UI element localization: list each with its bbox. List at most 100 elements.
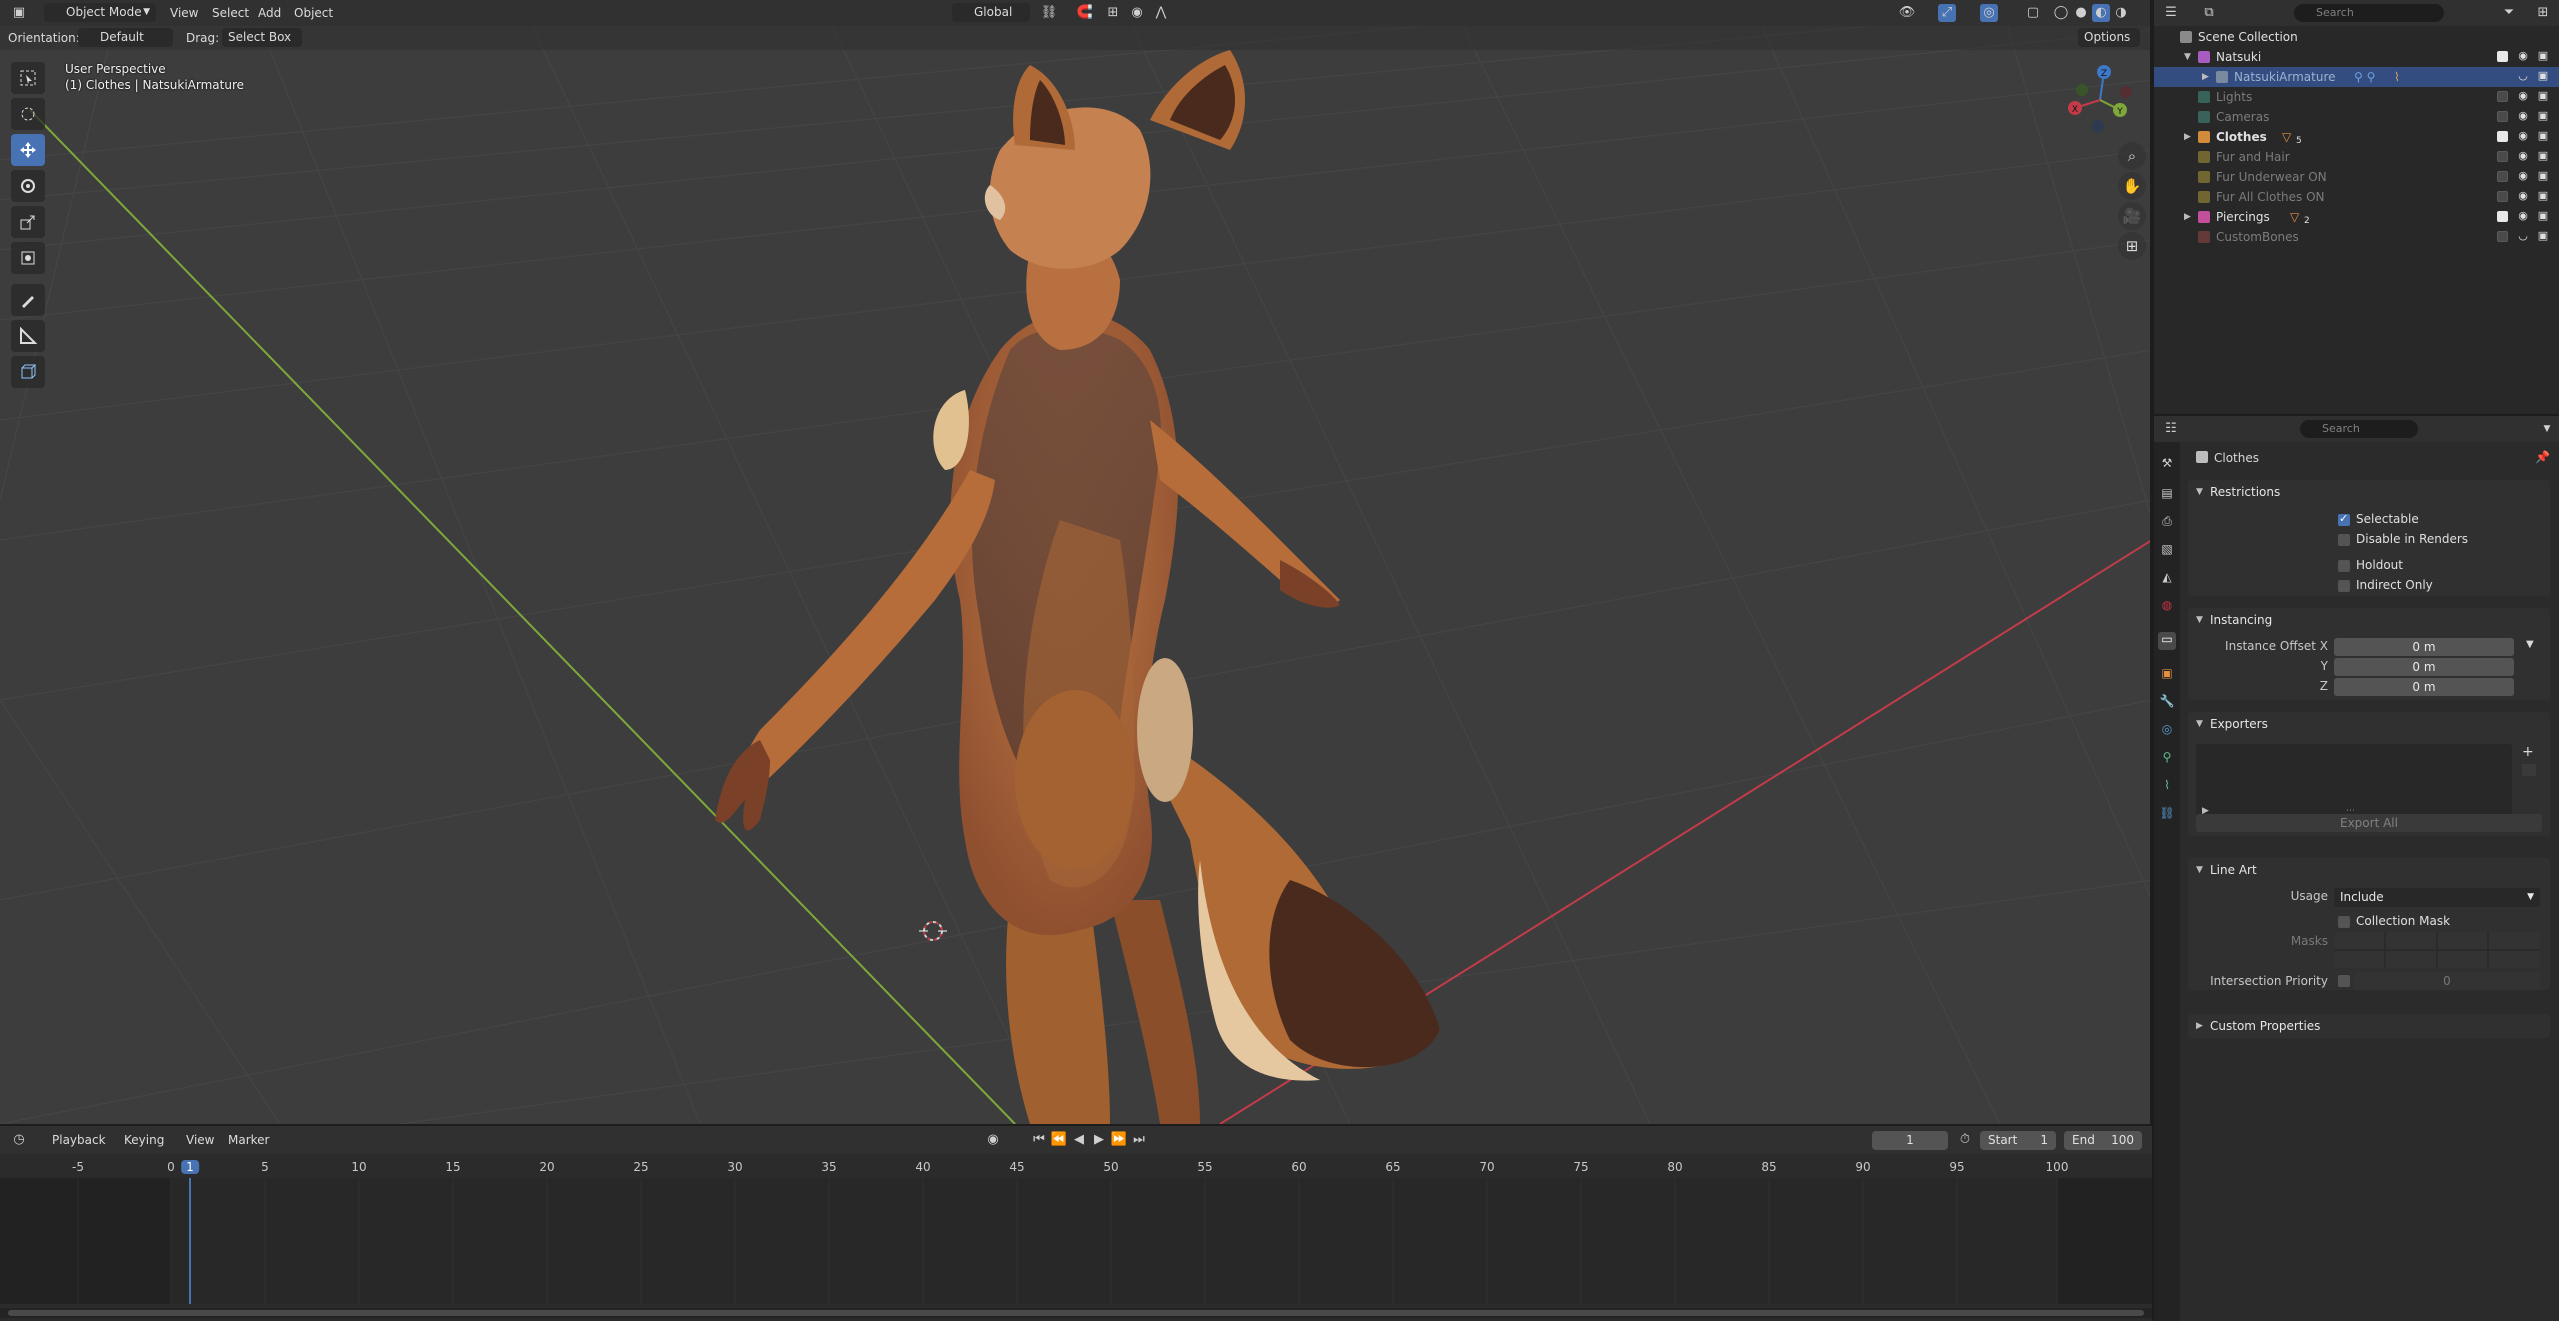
usage-dropdown[interactable]: Include ▼ bbox=[2334, 888, 2540, 907]
custom-properties-panel-header[interactable]: ▶ Custom Properties bbox=[2188, 1014, 2550, 1038]
selectable-checkbox[interactable] bbox=[2338, 512, 2350, 526]
drag-dropdown[interactable]: Select Box bbox=[222, 28, 302, 47]
move-tool[interactable] bbox=[11, 134, 45, 166]
add-icon[interactable]: + bbox=[2522, 744, 2534, 760]
output-tab-icon[interactable]: ⎙ bbox=[2158, 514, 2176, 532]
overlay-icon[interactable]: ◎ bbox=[1980, 4, 1998, 22]
exclude-checkbox[interactable] bbox=[2497, 111, 2508, 122]
transform-orientation-dropdown[interactable]: Global bbox=[952, 3, 1030, 22]
camera-render-icon[interactable]: ▣ bbox=[2537, 150, 2549, 162]
world-tab-icon[interactable]: ◍ bbox=[2158, 598, 2176, 616]
camera-render-icon[interactable]: ▣ bbox=[2537, 110, 2549, 122]
exclude-checkbox[interactable] bbox=[2497, 131, 2508, 142]
outliner-search-input[interactable]: Search bbox=[2294, 4, 2444, 22]
remove-icon[interactable] bbox=[2522, 764, 2536, 776]
cursor-tool[interactable] bbox=[11, 98, 45, 130]
menu-marker[interactable]: Marker bbox=[228, 1131, 269, 1149]
select-box-tool[interactable] bbox=[11, 62, 45, 94]
camera-render-icon[interactable]: ▣ bbox=[2537, 170, 2549, 182]
outliner[interactable]: ☰ ⧉ Search ⏷ ⊞ Scene Collection ▼ Natsuk… bbox=[2154, 0, 2559, 414]
bone-tab-icon[interactable]: ⌇ bbox=[2158, 778, 2176, 796]
eye-icon[interactable]: ◉ bbox=[2517, 50, 2529, 62]
exporters-list[interactable]: ▶ ⋯ bbox=[2196, 744, 2512, 820]
gizmo-icon[interactable]: ⤢ bbox=[1938, 4, 1956, 22]
outliner-row-fur-underwear-on[interactable]: Fur Underwear ON ◉ ▣ bbox=[2154, 167, 2559, 187]
eye-icon[interactable]: ◉ bbox=[2517, 150, 2529, 162]
outliner-row-natsuki[interactable]: ▼ Natsuki ◉ ▣ bbox=[2154, 47, 2559, 67]
proportional-edit-icon[interactable]: ◉ bbox=[1128, 4, 1146, 22]
exclude-checkbox[interactable] bbox=[2497, 191, 2508, 202]
snap-target-icon[interactable]: ⊞ bbox=[1104, 4, 1122, 22]
restrictions-panel-header[interactable]: ▼ Restrictions bbox=[2188, 480, 2550, 504]
exclude-checkbox[interactable] bbox=[2497, 231, 2508, 242]
indirect-only-checkbox[interactable] bbox=[2338, 580, 2350, 592]
masks-toggle-grid[interactable] bbox=[2334, 932, 2540, 968]
scale-tool[interactable] bbox=[11, 206, 45, 238]
outliner-row-fur-all-clothes-on[interactable]: Fur All Clothes ON ◉ ▣ bbox=[2154, 187, 2559, 207]
jump-start-icon[interactable]: ⏮ bbox=[1030, 1131, 1048, 1149]
menu-view[interactable]: View bbox=[170, 4, 198, 22]
eye-icon[interactable]: ◉ bbox=[2517, 190, 2529, 202]
pan-hand-icon[interactable]: ✋ bbox=[2118, 172, 2146, 200]
play-icon[interactable]: ▶ bbox=[1090, 1131, 1108, 1149]
solid-shading-icon[interactable]: ● bbox=[2072, 4, 2090, 22]
start-frame-field[interactable]: Start 1 bbox=[1980, 1131, 2056, 1150]
record-icon[interactable]: ◉ bbox=[984, 1131, 1002, 1149]
stopwatch-icon[interactable]: ⏱ bbox=[1956, 1131, 1974, 1149]
options-button[interactable]: Options bbox=[2078, 28, 2140, 47]
jump-end-icon[interactable]: ⏭ bbox=[1130, 1131, 1148, 1149]
physics-tab-icon[interactable]: ◎ bbox=[2158, 722, 2176, 740]
expand-arrow-icon[interactable]: ▶ bbox=[2184, 207, 2191, 227]
outliner-row-scene-collection[interactable]: Scene Collection bbox=[2154, 27, 2559, 47]
camera-render-icon[interactable]: ▣ bbox=[2537, 230, 2549, 242]
menu-select[interactable]: Select bbox=[212, 4, 249, 22]
clock-icon[interactable]: ◷ bbox=[10, 1131, 28, 1149]
outliner-row-fur-and-hair[interactable]: Fur and Hair ◉ ▣ bbox=[2154, 147, 2559, 167]
annotate-tool[interactable] bbox=[11, 284, 45, 316]
snap-icon[interactable]: 🧲 bbox=[1076, 4, 1094, 22]
collection-mask-checkbox[interactable] bbox=[2338, 916, 2350, 928]
holdout-checkbox[interactable] bbox=[2338, 560, 2350, 572]
3d-viewport[interactable]: ▣ Object Mode ▼ View Select Add Object G… bbox=[0, 0, 2152, 1124]
timeline-track-area[interactable] bbox=[0, 1178, 2152, 1304]
eye-icon[interactable]: ◡ bbox=[2517, 230, 2529, 242]
navigation-gizmo[interactable]: Z Y X bbox=[2060, 60, 2140, 140]
transform-tool[interactable] bbox=[11, 242, 45, 274]
falloff-icon[interactable]: ⋀ bbox=[1152, 4, 1170, 22]
object-data-tab-icon[interactable]: ⚲ bbox=[2158, 750, 2176, 768]
display-mode-icon[interactable]: ⧉ bbox=[2200, 4, 2218, 22]
chevron-down-icon[interactable]: ▼ bbox=[2526, 639, 2534, 650]
rendered-shading-icon[interactable]: ◑ bbox=[2112, 4, 2130, 22]
camera-render-icon[interactable]: ▣ bbox=[2537, 130, 2549, 142]
expand-arrow-icon[interactable]: ▶ bbox=[2202, 67, 2209, 87]
properties-editor-icon[interactable]: ☷ bbox=[2162, 420, 2180, 438]
measure-tool[interactable] bbox=[11, 320, 45, 352]
menu-keying[interactable]: Keying bbox=[124, 1131, 164, 1149]
properties-search-input[interactable]: Search bbox=[2300, 420, 2418, 438]
timeline-editor[interactable]: ◷ Playback Keying View Marker ◉ ⏮ ⏪ ◀ ▶ … bbox=[0, 1126, 2152, 1321]
modifier-tab-icon[interactable]: 🔧 bbox=[2158, 694, 2176, 712]
expand-arrow-icon[interactable]: ▶ bbox=[2184, 127, 2191, 147]
outliner-row-clothes[interactable]: ▶ Clothes ▽ 5 ◉ ▣ bbox=[2154, 127, 2559, 147]
properties-editor[interactable]: ☷ Search ▼ ⚒ ▤ ⎙ ▧ ◭ ◍ ▭ ▣ 🔧 ◎ ⚲ ⌇ ⛓ Clo… bbox=[2154, 416, 2559, 1321]
timeline-ruler[interactable]: -5 0 1 5 10 15 20 25 30 35 40 45 50 55 6… bbox=[0, 1156, 2152, 1178]
next-keyframe-icon[interactable]: ⏩ bbox=[1110, 1131, 1128, 1149]
tool-tab-icon[interactable]: ⚒ bbox=[2158, 456, 2176, 474]
eye-icon[interactable]: ◉ bbox=[2517, 210, 2529, 222]
filter-icon[interactable]: ⏷ bbox=[2500, 4, 2518, 22]
xray-icon[interactable]: ▢ bbox=[2024, 4, 2042, 22]
prev-keyframe-icon[interactable]: ⏪ bbox=[1050, 1131, 1068, 1149]
wireframe-shading-icon[interactable]: ◯ bbox=[2052, 4, 2070, 22]
outliner-row-cameras[interactable]: Cameras ◉ ▣ bbox=[2154, 107, 2559, 127]
menu-playback[interactable]: Playback bbox=[52, 1131, 106, 1149]
camera-render-icon[interactable]: ▣ bbox=[2537, 50, 2549, 62]
disable-in-renders-checkbox[interactable] bbox=[2338, 534, 2350, 546]
line-art-panel-header[interactable]: ▼ Line Art bbox=[2188, 858, 2550, 882]
add-cube-tool[interactable] bbox=[11, 356, 45, 388]
exclude-checkbox[interactable] bbox=[2497, 211, 2508, 222]
camera-render-icon[interactable]: ▣ bbox=[2537, 190, 2549, 202]
eye-icon[interactable]: ◡ bbox=[2517, 70, 2529, 82]
chevron-down-icon[interactable]: ▼ bbox=[2538, 420, 2556, 438]
outliner-row-natsukiarmature[interactable]: ▶ NatsukiArmature ⚲ ⚲ ⌇ ◡ ▣ bbox=[2154, 67, 2559, 87]
camera-render-icon[interactable]: ▣ bbox=[2537, 70, 2549, 82]
